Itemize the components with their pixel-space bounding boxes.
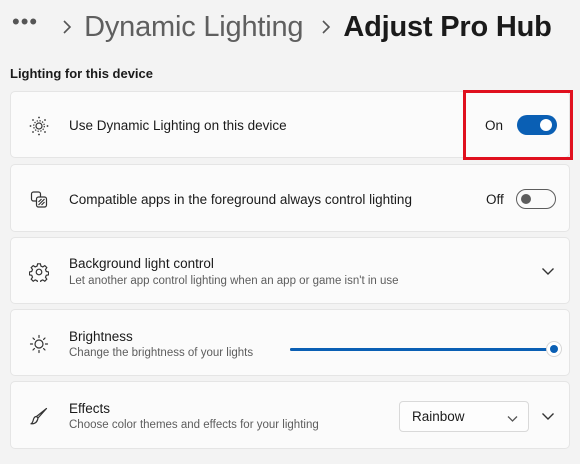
background-light-control-description: Let another app control lighting when an… — [69, 275, 399, 287]
more-button[interactable]: ••• — [12, 9, 38, 35]
compatible-apps-toggle[interactable] — [515, 189, 556, 209]
setting-compatible-apps: Compatible apps in the foreground always… — [10, 164, 570, 232]
effects-label: Effects — [69, 401, 111, 416]
brush-icon — [28, 405, 50, 427]
section-title: Lighting for this device — [10, 66, 154, 81]
slider-fill — [290, 348, 554, 351]
chevron-right-icon — [321, 20, 331, 34]
brightness-slider[interactable] — [290, 341, 562, 357]
compatible-apps-label: Compatible apps in the foreground always… — [69, 192, 412, 207]
toggle-state-label: On — [485, 117, 504, 133]
breadcrumb-dynamic-lighting[interactable]: Dynamic Lighting — [84, 11, 303, 44]
chevron-down-icon[interactable] — [538, 406, 558, 426]
setting-background-light-control[interactable]: Background light control Let another app… — [10, 237, 570, 304]
setting-brightness: Brightness Change the brightness of your… — [10, 309, 570, 376]
chevron-right-icon — [62, 20, 72, 34]
chevron-down-icon[interactable] — [538, 261, 558, 281]
sun-icon — [28, 333, 50, 355]
breadcrumb: ••• Dynamic Lighting Adjust Pro Hub — [12, 6, 552, 48]
use-dynamic-lighting-label: Use Dynamic Lighting on this device — [69, 118, 287, 133]
toggle-knob — [540, 119, 553, 131]
page-title: Adjust Pro Hub — [343, 10, 552, 43]
effects-dropdown-value: Rainbow — [412, 409, 465, 424]
apps-lighting-icon — [28, 188, 50, 210]
effects-description: Choose color themes and effects for your… — [69, 419, 319, 431]
gear-icon — [28, 261, 50, 283]
brightness-description: Change the brightness of your lights — [69, 347, 254, 359]
brightness-label: Brightness — [69, 329, 133, 344]
dynamic-lighting-icon — [28, 115, 50, 137]
chevron-down-icon — [507, 411, 518, 426]
background-light-control-label: Background light control — [69, 256, 214, 271]
use-dynamic-lighting-toggle[interactable] — [517, 115, 558, 135]
slider-thumb[interactable] — [546, 341, 562, 357]
setting-effects: Effects Choose color themes and effects … — [10, 381, 570, 449]
setting-use-dynamic-lighting: Use Dynamic Lighting on this device On — [10, 91, 570, 158]
effects-dropdown[interactable]: Rainbow — [399, 401, 529, 432]
toggle-state-label: Off — [486, 191, 504, 207]
toggle-knob — [520, 194, 531, 204]
